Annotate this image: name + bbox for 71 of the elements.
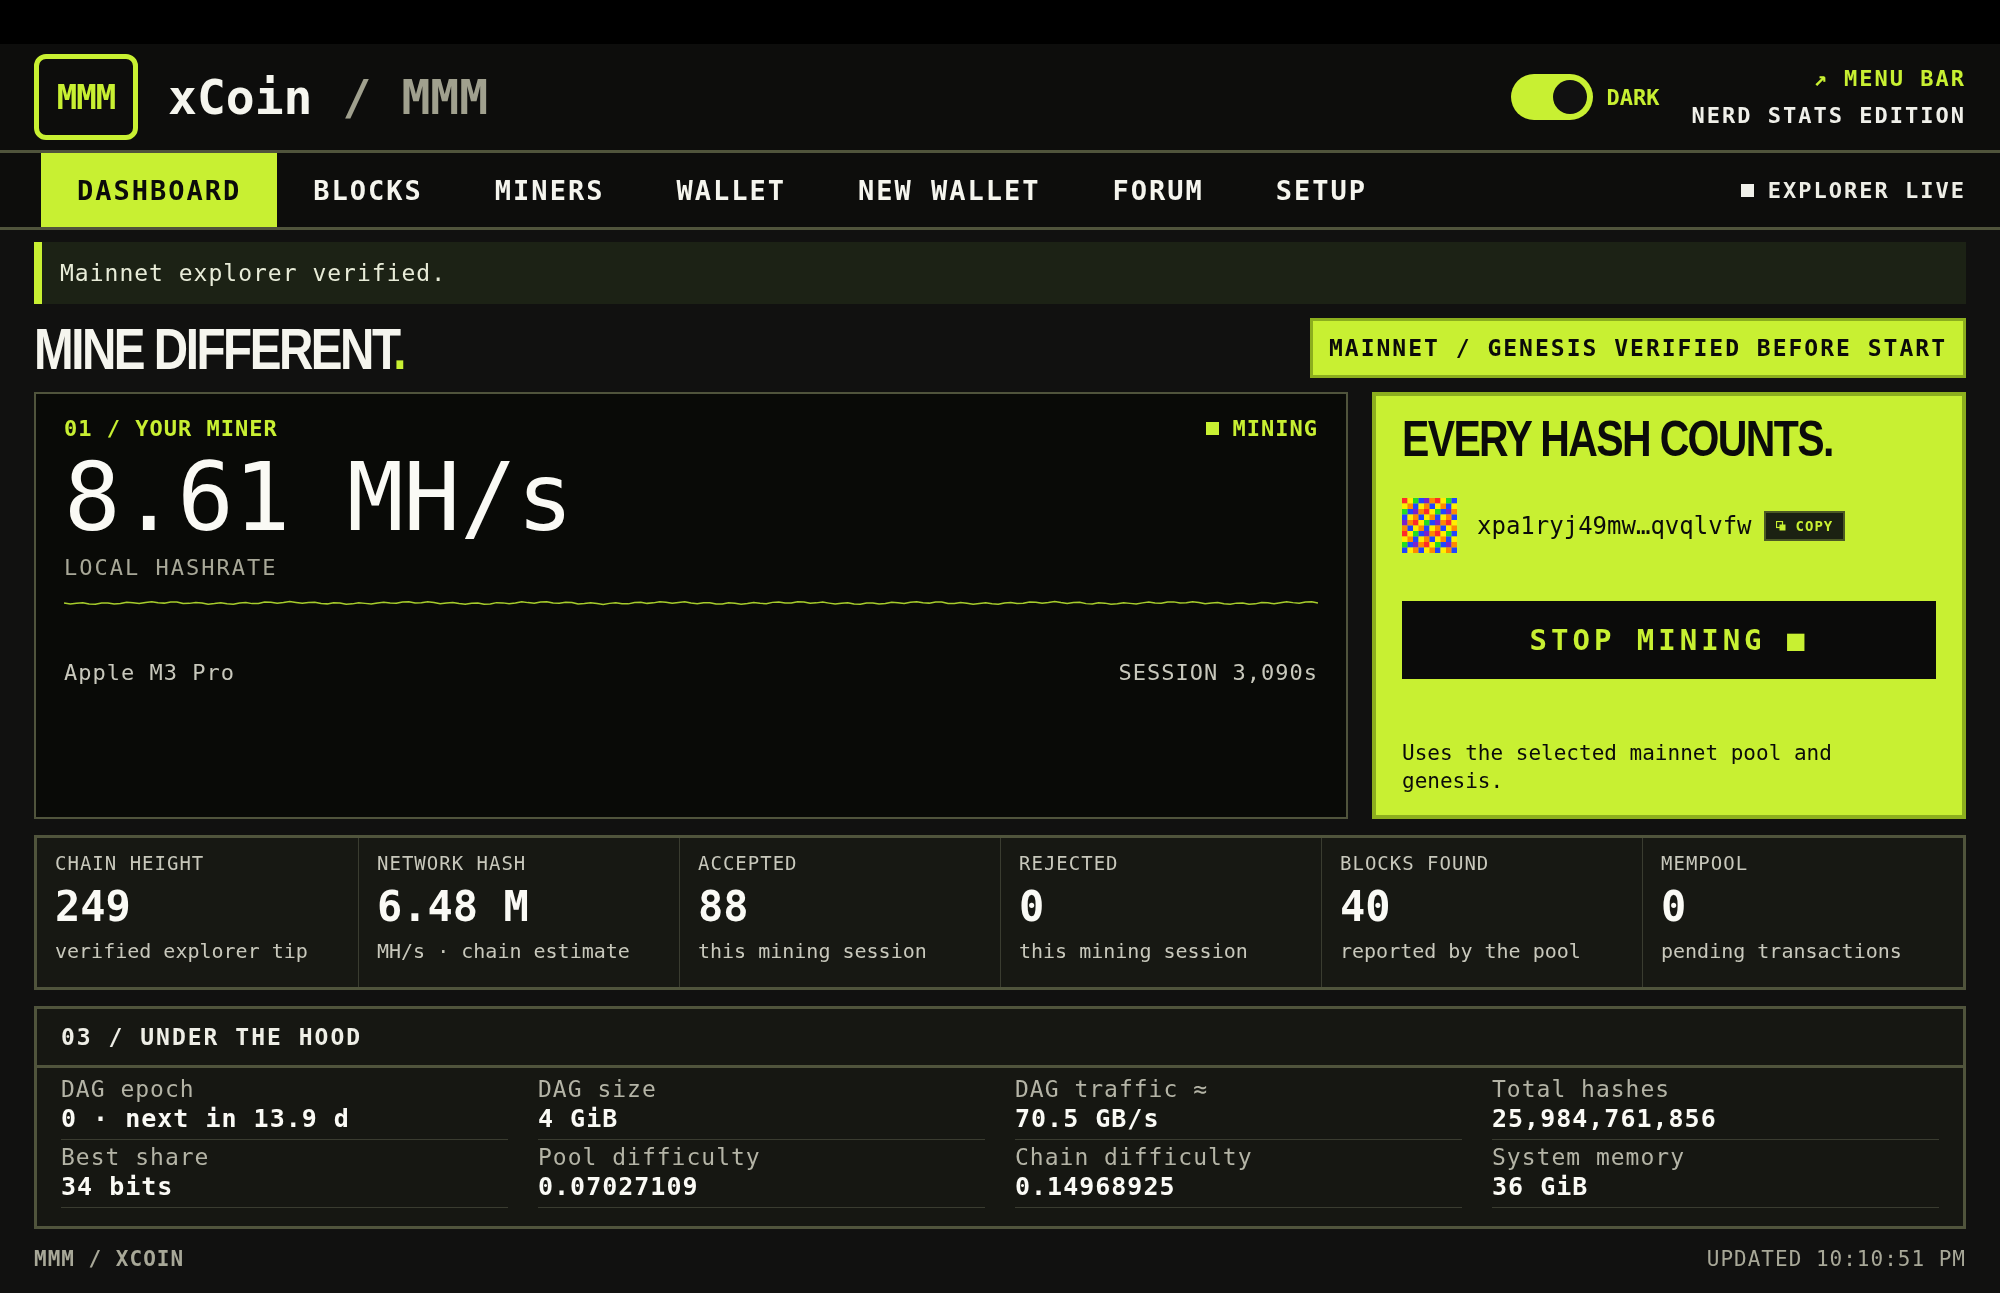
detail-value: 36 GiB (1492, 1172, 1590, 1201)
identicon-icon (1402, 498, 1457, 553)
stat-detail: this mining session (1019, 939, 1249, 963)
stat-value: 88 (698, 882, 750, 931)
detail-value: 0.14968925 (1015, 1172, 1177, 1201)
card-note: Uses the selected mainnet pool and genesis. (1402, 740, 1833, 795)
status-square-icon (1205, 422, 1219, 435)
mining-status: MINING (1232, 416, 1318, 441)
app-title: xCoin (168, 69, 313, 125)
hashrate-label: LOCAL HASHRATE (64, 555, 279, 580)
explorer-status: EXPLORER LIVE (1767, 177, 1966, 203)
stat-detail: pending transactions (1661, 939, 1903, 963)
detail-value: 34 bits (61, 1172, 175, 1201)
title-separator: / (342, 69, 372, 125)
status-square-icon (1740, 183, 1754, 197)
copy-icon (1775, 520, 1786, 531)
stat-label: BLOCKS FOUND (1340, 852, 1491, 874)
stat-value: 40 (1340, 882, 1392, 931)
stat-detail: this mining session (698, 939, 928, 963)
headline: MINE DIFFERENT. (34, 314, 404, 382)
copy-button[interactable]: COPY (1763, 510, 1846, 541)
edition-label: NERD STATS EDITION (1691, 103, 1966, 128)
detail-label: Pool difficulty (538, 1144, 762, 1170)
section-label: 01 / YOUR MINER (64, 416, 278, 441)
detail-label: Best share (61, 1144, 211, 1170)
detail-label: System memory (1492, 1144, 1686, 1170)
stat-label: MEMPOOL (1661, 852, 1750, 874)
stat-value: 249 (55, 882, 132, 931)
stat-label: ACCEPTED (698, 852, 799, 874)
toggle-switch[interactable] (1510, 74, 1593, 120)
card-title: EVERY HASH COUNTS. (1402, 410, 1834, 468)
updated-time: UPDATED 10:10:51 PM (1706, 1247, 1966, 1271)
stop-mining-button[interactable]: STOP MINING ■ (1402, 601, 1936, 679)
app-subtitle: MMM (401, 69, 489, 125)
detail-value: 70.5 GB/s (1015, 1104, 1161, 1133)
device-name: Apple M3 Pro (64, 660, 235, 685)
detail-label: Chain difficulty (1015, 1144, 1254, 1170)
logo: MMM (34, 54, 138, 140)
nav-tab[interactable]: NEW WALLET (821, 153, 1077, 227)
session-time: SESSION 3,090s (1118, 660, 1318, 685)
detail-label: Total hashes (1492, 1076, 1672, 1102)
stat-detail: MH/s · chain estimate (377, 939, 631, 963)
detail-value: 4 GiB (538, 1104, 620, 1133)
stat-label: NETWORK HASH (377, 852, 528, 874)
toggle-label: DARK (1606, 84, 1660, 110)
stat-detail: verified explorer tip (55, 939, 309, 963)
hashrate-value: 8.61 MH/s (64, 451, 575, 545)
nav-tab[interactable]: WALLET (640, 153, 822, 227)
wallet-address: xpa1ryj49mw…qvqlvfw (1477, 511, 1752, 540)
detail-value: 0 · next in 13.9 d (61, 1104, 351, 1133)
stat-value: 6.48 M (377, 882, 530, 931)
stat-label: REJECTED (1019, 852, 1120, 874)
nav-tab[interactable]: BLOCKS (277, 153, 459, 227)
network-badge: MAINNET / GENESIS VERIFIED BEFORE START (1309, 318, 1966, 378)
nav-tab[interactable]: SETUP (1239, 153, 1404, 227)
detail-label: DAG epoch (61, 1076, 196, 1102)
stat-value: 0 (1019, 882, 1046, 931)
detail-label: DAG traffic ≈ (1015, 1076, 1209, 1102)
stat-detail: reported by the pool (1340, 939, 1582, 963)
nav-tab[interactable]: FORUM (1076, 153, 1240, 227)
footer-brand: MMM / XCOIN (34, 1247, 185, 1271)
stat-label: CHAIN HEIGHT (55, 852, 206, 874)
stat-value: 0 (1661, 882, 1688, 931)
panel-title: 03 / UNDER THE HOOD (37, 1009, 1963, 1068)
alert-message: Mainnet explorer verified. (34, 242, 1966, 304)
menu-bar-link[interactable]: ↗ MENU BAR (1813, 66, 1966, 91)
detail-label: DAG size (538, 1076, 658, 1102)
detail-value: 25,984,761,856 (1492, 1104, 1718, 1133)
nav-tab[interactable]: MINERS (458, 153, 641, 227)
detail-value: 0.07027109 (538, 1172, 700, 1201)
nav-tab[interactable]: DASHBOARD (41, 153, 278, 227)
